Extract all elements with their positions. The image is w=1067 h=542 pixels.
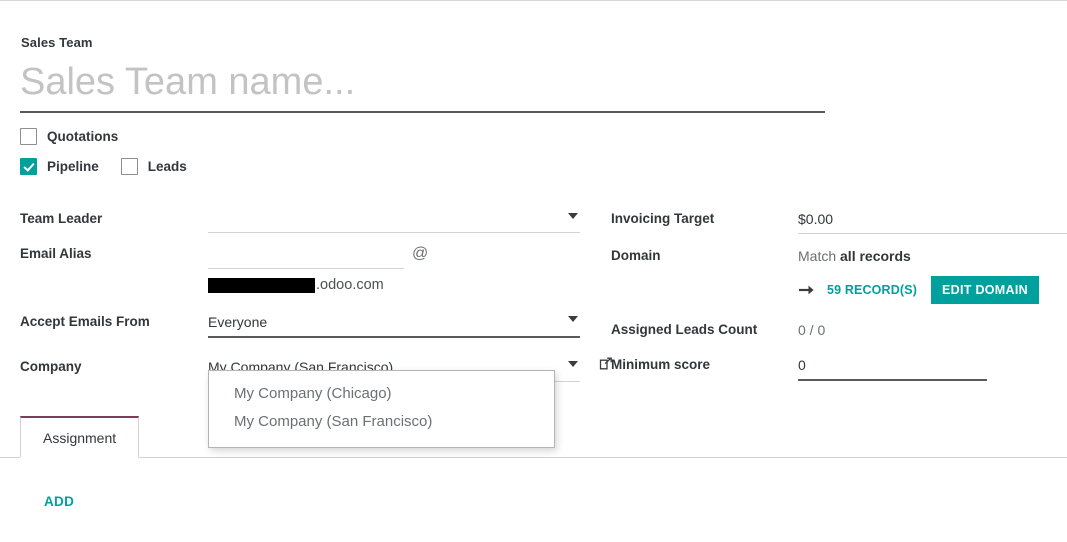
- minimum-score-input[interactable]: [798, 355, 987, 379]
- email-alias-label: Email Alias: [20, 246, 92, 261]
- field-row-domain: Domain Match all records: [611, 246, 1067, 266]
- field-row-minimum-score: Minimum score: [611, 355, 1067, 381]
- company-autocomplete-dropdown: My Company (Chicago) My Company (San Fra…: [208, 370, 555, 448]
- field-row-team-leader: Team Leader: [20, 209, 580, 233]
- email-alias-input-box: [208, 244, 404, 269]
- pipeline-checkbox-label: Pipeline: [47, 159, 99, 174]
- field-row-accept-emails-from: Accept Emails From: [20, 312, 580, 338]
- redacted-domain-block: [208, 277, 315, 293]
- team-name-input[interactable]: [20, 59, 825, 113]
- pipeline-leads-checkbox-row: Pipeline Leads: [20, 158, 209, 175]
- arrow-right-icon: [798, 283, 816, 297]
- dropdown-option-my-company-chicago[interactable]: My Company (Chicago): [209, 380, 554, 408]
- alias-domain-row: .odoo.com: [208, 277, 580, 293]
- accept-emails-from-input[interactable]: [208, 312, 580, 336]
- team-name-field-wrapper: [20, 59, 825, 113]
- assigned-leads-count-value: 0 / 0: [798, 320, 1067, 340]
- quotations-checkbox-row: Quotations: [20, 128, 140, 145]
- team-leader-input[interactable]: [208, 209, 580, 233]
- form-column-left: Team Leader Email Alias @ .odoo.com Acce…: [20, 209, 612, 382]
- chevron-down-icon[interactable]: [568, 361, 578, 367]
- form-column-right: Invoicing Target Domain Match all record…: [611, 209, 1067, 381]
- invoicing-target-input[interactable]: [798, 209, 1067, 233]
- pipeline-checkbox[interactable]: [20, 158, 37, 175]
- domain-match-text: Match all records: [798, 246, 1067, 266]
- chevron-down-icon[interactable]: [568, 316, 578, 322]
- leads-checkbox-label: Leads: [147, 159, 187, 174]
- page-title: Sales Team: [21, 35, 93, 50]
- team-leader-field: [208, 209, 580, 233]
- email-alias-line: @: [208, 244, 580, 269]
- domain-match-strong: all records: [840, 248, 911, 264]
- minimum-score-field-wrap: [798, 355, 1067, 381]
- edit-domain-button[interactable]: EDIT DOMAIN: [931, 276, 1039, 304]
- domain-match-prefix: Match: [798, 248, 841, 264]
- accept-emails-from-label: Accept Emails From: [20, 314, 150, 329]
- sales-team-form-page: Sales Team Quotations Pipeline Leads Tea…: [0, 0, 1067, 542]
- domain-label: Domain: [611, 248, 661, 263]
- dropdown-option-my-company-san-francisco[interactable]: My Company (San Francisco): [209, 408, 554, 436]
- team-leader-label: Team Leader: [20, 211, 103, 226]
- quotations-checkbox-label: Quotations: [47, 129, 119, 144]
- field-row-email-alias: Email Alias @: [20, 244, 580, 269]
- tab-assignment[interactable]: Assignment: [20, 416, 140, 458]
- leads-checkbox[interactable]: [120, 158, 138, 175]
- assigned-leads-count-label: Assigned Leads Count: [611, 322, 758, 337]
- field-row-invoicing-target: Invoicing Target: [611, 209, 1067, 234]
- add-button[interactable]: ADD: [44, 494, 74, 509]
- domain-value: Match all records: [798, 246, 1067, 266]
- alias-domain-suffix: .odoo.com: [316, 277, 384, 293]
- company-label: Company: [20, 359, 82, 374]
- assigned-leads-count-text: 0 / 0: [798, 322, 826, 338]
- field-row-assigned-leads-count: Assigned Leads Count 0 / 0: [611, 320, 1067, 340]
- domain-actions-row: 59 RECORD(S) EDIT DOMAIN: [798, 276, 1067, 304]
- records-count-link[interactable]: 59 RECORD(S): [827, 283, 917, 297]
- minimum-score-field: [798, 355, 987, 381]
- chevron-down-icon[interactable]: [568, 213, 578, 219]
- invoicing-target-field: [798, 209, 1067, 234]
- invoicing-target-label: Invoicing Target: [611, 211, 715, 226]
- at-sign-icon: @: [412, 245, 429, 262]
- accept-emails-from-field: [208, 312, 580, 338]
- email-alias-field: @: [208, 244, 580, 269]
- email-alias-input[interactable]: [208, 244, 404, 268]
- quotations-checkbox[interactable]: [20, 128, 37, 145]
- minimum-score-label: Minimum score: [611, 357, 711, 372]
